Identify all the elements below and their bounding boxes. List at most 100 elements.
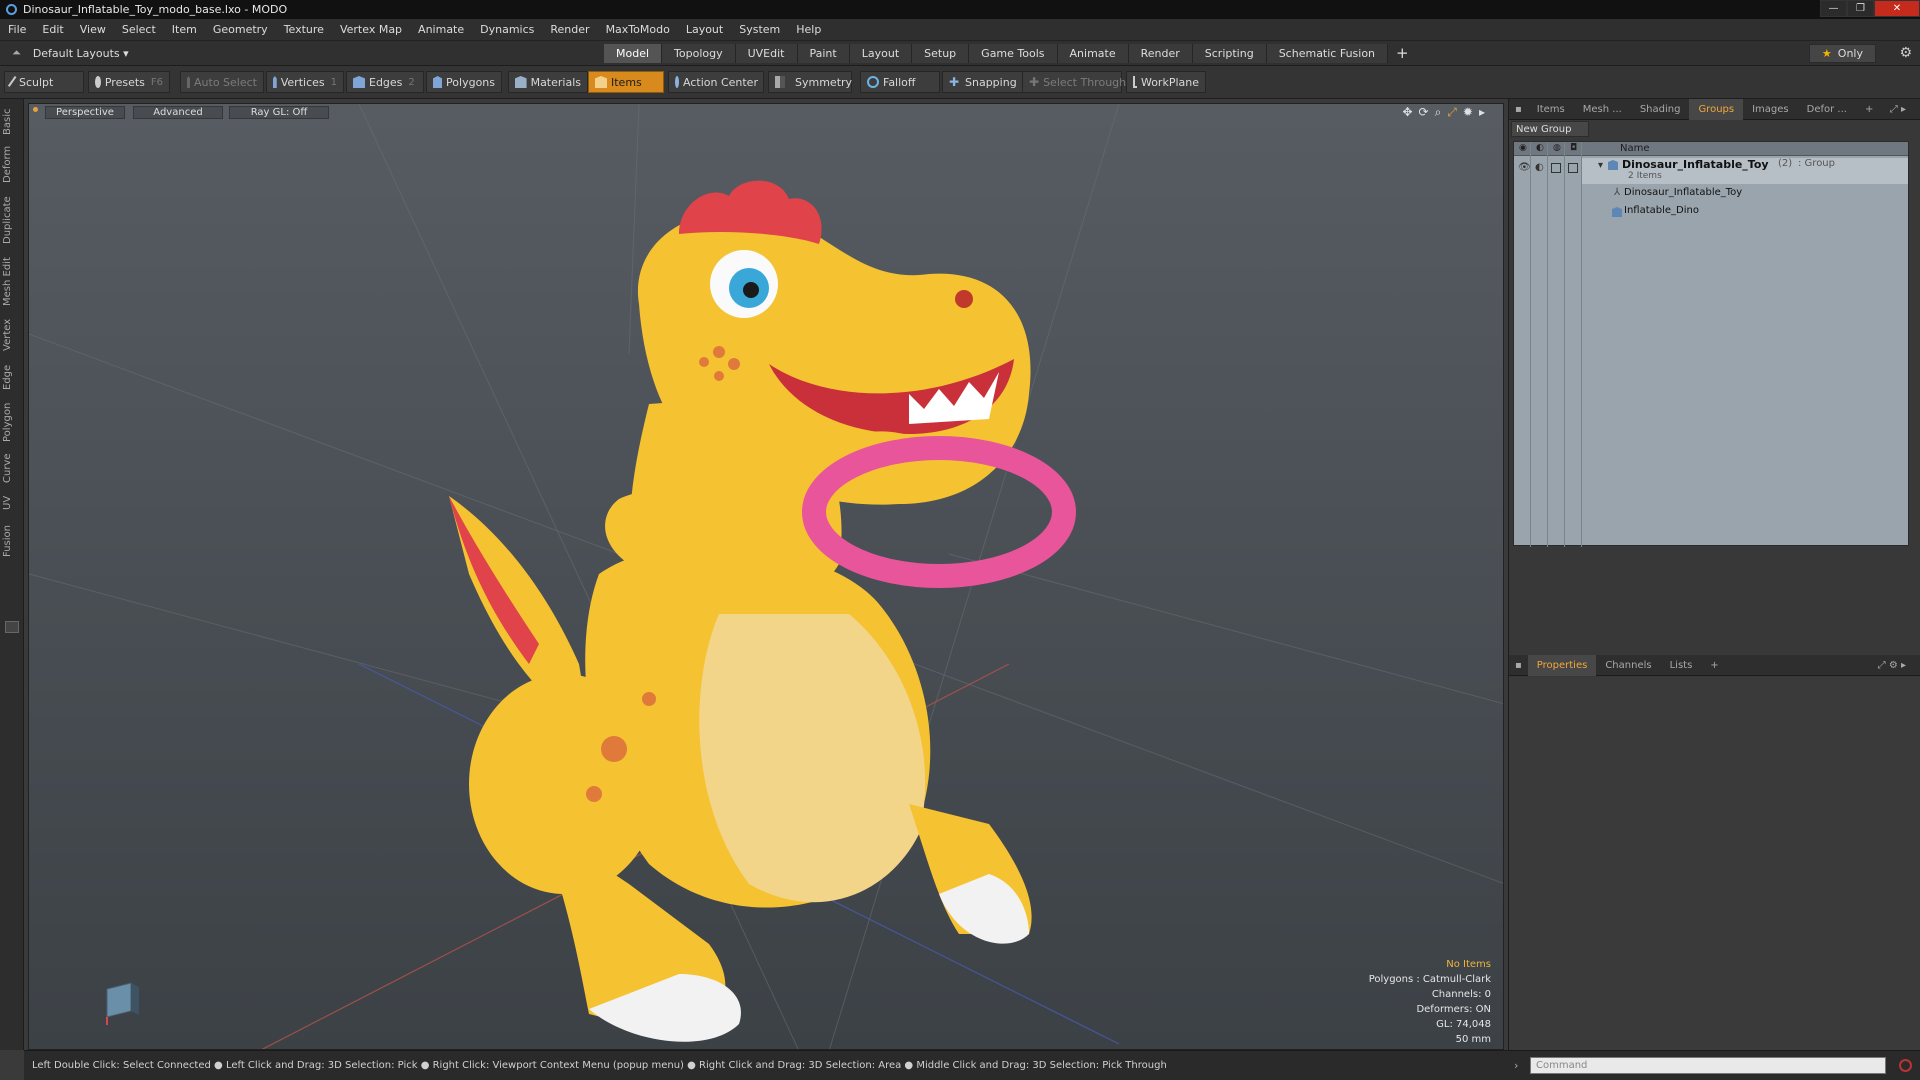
new-group-button[interactable]: New Group bbox=[1511, 121, 1589, 137]
add-tab-icon[interactable]: + bbox=[1396, 44, 1409, 63]
render-column-icon[interactable]: ◐ bbox=[1536, 143, 1544, 153]
group-child-row[interactable]: Inflatable_Dino bbox=[1514, 204, 1908, 221]
tab-model[interactable]: Model bbox=[604, 44, 663, 63]
vertices-button[interactable]: Vertices 1 bbox=[266, 71, 344, 93]
add-panel-tab-icon[interactable]: + bbox=[1856, 99, 1882, 120]
vtab-basic[interactable]: Basic bbox=[2, 105, 22, 139]
tab-render[interactable]: Render bbox=[1128, 44, 1193, 63]
tab-items[interactable]: Items bbox=[1528, 99, 1574, 120]
tab-schematic-fusion[interactable]: Schematic Fusion bbox=[1266, 44, 1389, 63]
viewport-expand-icon[interactable]: ▸ bbox=[1479, 105, 1485, 120]
pan-icon[interactable]: ✥ bbox=[1402, 105, 1412, 120]
menu-texture[interactable]: Texture bbox=[276, 23, 332, 36]
add-panel-tab-icon[interactable]: + bbox=[1701, 655, 1727, 676]
tab-scripting[interactable]: Scripting bbox=[1192, 44, 1267, 63]
zoom-icon[interactable]: ⌕ bbox=[1435, 105, 1442, 120]
view-projection-button[interactable]: Perspective bbox=[45, 106, 125, 119]
minimize-button[interactable]: — bbox=[1820, 0, 1847, 17]
name-column-header[interactable]: Name bbox=[1620, 143, 1650, 154]
menu-dynamics[interactable]: Dynamics bbox=[472, 23, 542, 36]
select-through-button[interactable]: ✚ Select Through bbox=[1022, 71, 1126, 93]
shading-mode-button[interactable]: Advanced bbox=[133, 106, 223, 119]
vtab-duplicate[interactable]: Duplicate bbox=[2, 191, 22, 249]
vtab-fusion[interactable]: Fusion bbox=[2, 521, 22, 561]
tab-uvedit[interactable]: UVEdit bbox=[735, 44, 798, 63]
tab-setup[interactable]: Setup bbox=[912, 44, 970, 63]
menu-system[interactable]: System bbox=[731, 23, 788, 36]
render-toggle-icon[interactable]: ◐ bbox=[1535, 162, 1544, 173]
lock-checkbox[interactable] bbox=[1551, 163, 1561, 173]
group-child-row[interactable]: ⅄ Dinosaur_Inflatable_Toy bbox=[1514, 186, 1908, 203]
rotate-icon[interactable]: ⟳ bbox=[1419, 105, 1429, 120]
raygl-toggle[interactable]: Ray GL: Off bbox=[229, 106, 329, 119]
materials-button[interactable]: Materials bbox=[508, 71, 588, 93]
select-column-icon[interactable]: ◘ bbox=[1570, 143, 1577, 153]
command-history-icon[interactable]: › bbox=[1514, 1059, 1518, 1072]
fit-view-icon[interactable]: ⤢ bbox=[1447, 105, 1457, 120]
tab-deformers[interactable]: Defor ... bbox=[1798, 99, 1856, 120]
tab-topology[interactable]: Topology bbox=[662, 44, 736, 63]
menu-maxtomodo[interactable]: MaxToModo bbox=[598, 23, 678, 36]
menu-layout[interactable]: Layout bbox=[678, 23, 731, 36]
tab-animate[interactable]: Animate bbox=[1057, 44, 1129, 63]
tab-images[interactable]: Images bbox=[1743, 99, 1798, 120]
menu-file[interactable]: File bbox=[0, 23, 34, 36]
polygons-button[interactable]: Polygons bbox=[426, 71, 502, 93]
tab-game-tools[interactable]: Game Tools bbox=[969, 44, 1058, 63]
scene-canvas[interactable] bbox=[29, 104, 1504, 1050]
panel-menu-icon[interactable]: ▪ bbox=[1509, 99, 1528, 120]
maximize-button[interactable]: ❐ bbox=[1847, 0, 1874, 17]
select-checkbox[interactable] bbox=[1568, 163, 1578, 173]
visibility-column-icon[interactable]: ◉ bbox=[1519, 143, 1527, 153]
tab-lists[interactable]: Lists bbox=[1661, 655, 1702, 676]
symmetry-button[interactable]: Symmetry bbox=[768, 71, 852, 93]
panel-menu-icon[interactable]: ▪ bbox=[1509, 655, 1528, 676]
gear-icon[interactable]: ⚙ bbox=[1899, 45, 1912, 61]
vtab-mesh-edit[interactable]: Mesh Edit bbox=[2, 255, 22, 309]
menu-view[interactable]: View bbox=[72, 23, 114, 36]
menu-render[interactable]: Render bbox=[542, 23, 597, 36]
tab-layout[interactable]: Layout bbox=[849, 44, 913, 63]
lock-column-icon[interactable]: ◍ bbox=[1553, 143, 1561, 153]
panel-expand-icon[interactable]: ⤢ ▸ bbox=[1881, 99, 1915, 120]
tab-mesh[interactable]: Mesh ... bbox=[1574, 99, 1631, 120]
tab-shading[interactable]: Shading bbox=[1631, 99, 1690, 120]
workplane-button[interactable]: WorkPlane bbox=[1126, 71, 1206, 93]
menu-item[interactable]: Item bbox=[164, 23, 205, 36]
menu-edit[interactable]: Edit bbox=[34, 23, 71, 36]
tab-properties[interactable]: Properties bbox=[1527, 654, 1597, 676]
edges-button[interactable]: Edges 2 bbox=[346, 71, 424, 93]
panel-expand-icon[interactable]: ⤢ ⚙ ▸ bbox=[1869, 655, 1915, 676]
action-center-button[interactable]: Action Center bbox=[668, 71, 764, 93]
menu-geometry[interactable]: Geometry bbox=[205, 23, 276, 36]
tab-groups[interactable]: Groups bbox=[1689, 98, 1744, 120]
vtab-curve[interactable]: Curve bbox=[2, 451, 22, 485]
sculpt-button[interactable]: Sculpt bbox=[4, 71, 84, 93]
snapping-button[interactable]: ✚ Snapping bbox=[942, 71, 1024, 93]
menu-help[interactable]: Help bbox=[788, 23, 829, 36]
panel-toggle-icon[interactable] bbox=[5, 621, 19, 633]
vtab-uv[interactable]: UV bbox=[2, 491, 22, 515]
vtab-vertex[interactable]: Vertex bbox=[2, 315, 22, 355]
auto-select-button[interactable]: Auto Select bbox=[180, 71, 264, 93]
eye-icon[interactable]: 👁 bbox=[1518, 162, 1531, 173]
group-row[interactable]: 👁 ◐ ▾ Dinosaur_Inflatable_Toy (2) : Grou… bbox=[1514, 158, 1908, 184]
tab-channels[interactable]: Channels bbox=[1596, 655, 1660, 676]
items-button[interactable]: Items bbox=[588, 71, 664, 93]
falloff-button[interactable]: Falloff bbox=[860, 71, 940, 93]
viewport-settings-icon[interactable]: ✹ bbox=[1463, 105, 1473, 120]
presets-button[interactable]: Presets F6 bbox=[88, 71, 170, 93]
only-toggle[interactable]: ★ Only bbox=[1808, 44, 1876, 63]
menu-animate[interactable]: Animate bbox=[410, 23, 472, 36]
viewport-menu-dot[interactable] bbox=[33, 107, 38, 112]
tab-paint[interactable]: Paint bbox=[797, 44, 850, 63]
vtab-polygon[interactable]: Polygon bbox=[2, 399, 22, 445]
3d-viewport[interactable]: Perspective Advanced Ray GL: Off ✥ ⟳ ⌕ ⤢… bbox=[28, 103, 1504, 1050]
menu-select[interactable]: Select bbox=[114, 23, 164, 36]
record-macro-icon[interactable] bbox=[1899, 1059, 1912, 1072]
collapse-arrow-icon[interactable]: ▾ bbox=[1598, 160, 1603, 171]
vtab-edge[interactable]: Edge bbox=[2, 361, 22, 393]
vtab-deform[interactable]: Deform bbox=[2, 143, 22, 185]
layout-selector[interactable]: ⏶ Default Layouts ▾ bbox=[12, 46, 129, 60]
close-button[interactable]: ✕ bbox=[1874, 0, 1920, 17]
